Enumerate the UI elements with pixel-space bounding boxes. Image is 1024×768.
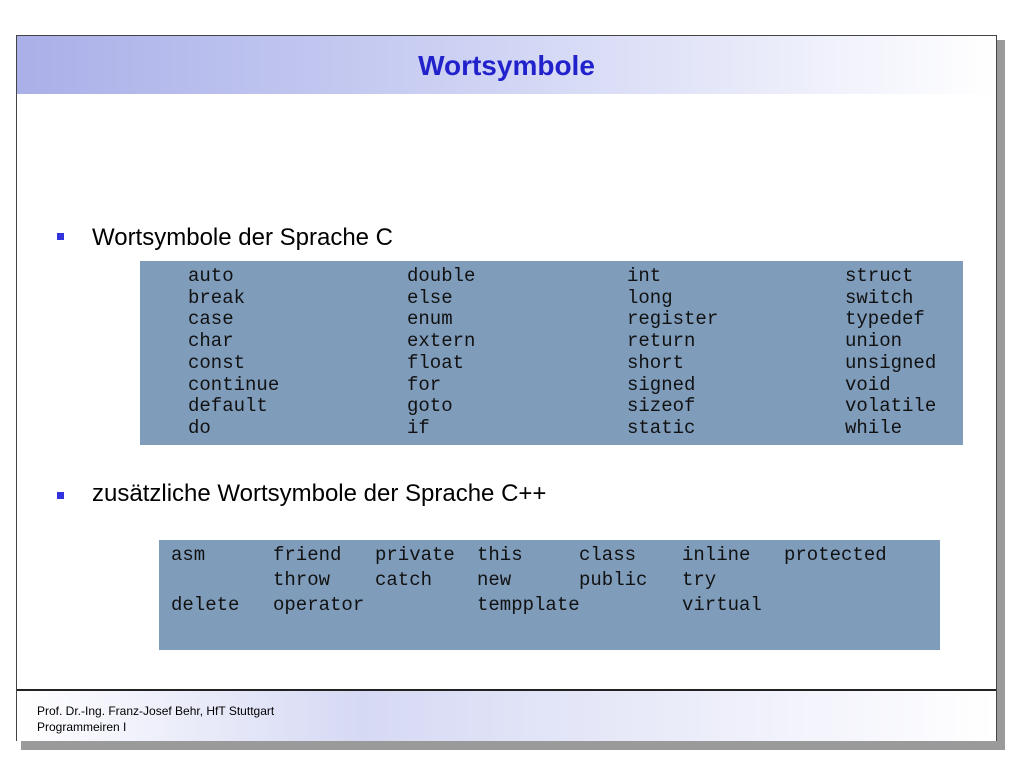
cpp-keyword: public <box>579 569 648 591</box>
c-keyword: for <box>407 373 442 396</box>
cpp-keyword: try <box>682 569 717 591</box>
cpp-keyword: operator <box>273 594 365 616</box>
c-keyword: sizeof <box>627 395 696 418</box>
c-keyword: default <box>188 395 268 418</box>
c-keyword: int <box>627 265 662 287</box>
cpp-keyword: friend <box>273 544 342 566</box>
footer: Prof. Dr.-Ing. Franz-Josef Behr, HfT Stu… <box>17 691 996 741</box>
c-keyword: long <box>627 286 673 309</box>
section-cpp-heading: zusätzliche Wortsymbole der Sprache C++ <box>92 480 547 507</box>
c-keyword: return <box>627 330 696 353</box>
title-bar: Wortsymbole <box>17 36 996 94</box>
c-keyword: while <box>845 416 903 439</box>
c-keyword: break <box>188 286 246 309</box>
cpp-keywords-box: asm friend private this class inline protected… <box>159 540 940 650</box>
c-keyword: case <box>188 308 234 331</box>
c-keyword: unsigned <box>845 351 937 374</box>
c-keyword: void <box>845 373 891 396</box>
footer-course: Programmeiren I <box>37 720 127 734</box>
slide: Wortsymbole Wortsymbole der Sprache C au… <box>16 35 997 741</box>
slide-title: Wortsymbole <box>418 50 595 81</box>
cpp-keyword: protected <box>784 544 887 566</box>
c-keyword: goto <box>407 395 453 418</box>
c-keywords-column-3: int long register return short signed sizeof st… <box>627 265 719 440</box>
c-keyword: register <box>627 308 719 331</box>
section-c-heading: Wortsymbole der Sprache C <box>92 224 394 251</box>
c-keyword: enum <box>407 308 453 331</box>
c-keyword: if <box>407 416 430 439</box>
cpp-keyword: new <box>477 569 512 591</box>
cpp-keyword: virtual <box>682 594 762 616</box>
cpp-keyword: this <box>477 544 523 566</box>
cpp-keyword: asm <box>171 544 206 566</box>
c-keyword: double <box>407 265 476 287</box>
c-keyword: char <box>188 330 234 353</box>
c-keywords-box: auto break case char const continue default do … <box>140 261 963 445</box>
cpp-keyword: class <box>579 544 637 566</box>
c-keyword: auto <box>188 265 234 287</box>
c-keywords-column-4: struct switch typedef union unsigned void vola… <box>845 265 937 440</box>
c-keyword: volatile <box>845 395 937 418</box>
cpp-keyword: tempplate <box>477 594 580 616</box>
bullet-icon <box>57 233 64 240</box>
c-keyword: else <box>407 286 453 309</box>
c-keyword: typedef <box>845 308 925 331</box>
c-keywords-column-1: auto break case char const continue default do <box>188 265 280 440</box>
c-keyword: signed <box>627 373 696 396</box>
c-keyword: short <box>627 351 685 374</box>
cpp-keyword: catch <box>375 569 433 591</box>
cpp-keyword: private <box>375 544 455 566</box>
c-keyword: extern <box>407 330 476 353</box>
bullet-icon <box>57 492 64 499</box>
cpp-keyword: inline <box>682 544 751 566</box>
footer-author: Prof. Dr.-Ing. Franz-Josef Behr, HfT Stu… <box>37 704 275 718</box>
c-keywords-column-2: double else enum extern float for goto if <box>407 265 476 440</box>
c-keyword: float <box>407 351 465 374</box>
c-keyword: union <box>845 330 903 353</box>
c-keyword: const <box>188 351 246 374</box>
cpp-keyword: throw <box>273 569 331 591</box>
c-keyword: struct <box>845 265 914 287</box>
cpp-keyword: delete <box>171 594 240 616</box>
c-keyword: do <box>188 416 211 439</box>
c-keyword: continue <box>188 373 280 396</box>
c-keyword: static <box>627 416 696 439</box>
c-keyword: switch <box>845 286 914 309</box>
